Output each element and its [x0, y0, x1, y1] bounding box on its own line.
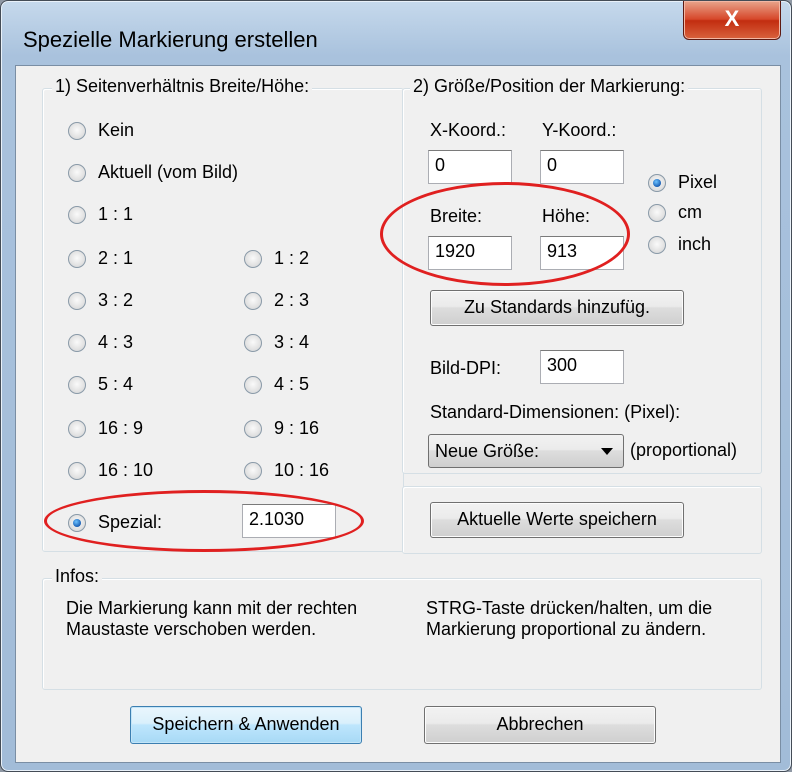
radio-unit-pixel[interactable]: [648, 174, 666, 192]
width-label: Breite:: [430, 206, 483, 226]
radio-unit-inch[interactable]: [648, 236, 666, 254]
radio-1-1[interactable]: [68, 206, 86, 224]
radio-5-4-label[interactable]: 5 : 4: [98, 374, 133, 395]
radio-2-1[interactable]: [68, 250, 86, 268]
dialog-window: Spezielle Markierung erstellen X 1) Seit…: [0, 0, 792, 772]
info-text-right: STRG-Taste drücken/halten, um die Markie…: [426, 598, 713, 639]
y-coord-label: Y-Koord.:: [542, 120, 617, 140]
radio-4-3-label[interactable]: 4 : 3: [98, 332, 133, 353]
radio-3-2-label[interactable]: 3 : 2: [98, 290, 133, 311]
standard-dimensions-select[interactable]: Neue Größe:: [428, 434, 624, 468]
radio-5-4[interactable]: [68, 376, 86, 394]
radio-3-2[interactable]: [68, 292, 86, 310]
window-title: Spezielle Markierung erstellen: [23, 27, 318, 52]
radio-1-1-label[interactable]: 1 : 1: [98, 204, 133, 225]
radio-unit-pixel-label[interactable]: Pixel: [678, 172, 717, 193]
proportional-label: (proportional): [630, 440, 738, 460]
radio-4-3[interactable]: [68, 334, 86, 352]
height-input[interactable]: 913: [540, 236, 624, 270]
close-button[interactable]: X: [683, 1, 781, 40]
radio-aktuell-label[interactable]: Aktuell (vom Bild): [98, 162, 238, 183]
info-legend: Infos:: [52, 566, 103, 587]
radio-2-1-label[interactable]: 2 : 1: [98, 248, 133, 269]
chevron-down-icon: [601, 448, 613, 455]
radio-unit-cm[interactable]: [648, 204, 666, 222]
radio-spezial-label[interactable]: Spezial:: [98, 512, 162, 533]
add-to-standards-button[interactable]: Zu Standards hinzufüg.: [430, 290, 684, 326]
width-input[interactable]: 1920: [428, 236, 512, 270]
radio-9-16[interactable]: [244, 420, 262, 438]
x-coord-label: X-Koord.:: [430, 120, 507, 140]
standard-dimensions-label: Standard-Dimensionen: (Pixel):: [430, 402, 681, 422]
radio-1-2-label[interactable]: 1 : 2: [274, 248, 309, 269]
radio-3-4[interactable]: [244, 334, 262, 352]
radio-16-10[interactable]: [68, 462, 86, 480]
radio-3-4-label[interactable]: 3 : 4: [274, 332, 309, 353]
radio-unit-cm-label[interactable]: cm: [678, 202, 702, 223]
dialog-body: 1) Seitenverhältnis Breite/Höhe: Kein Ak…: [15, 65, 781, 763]
spezial-ratio-input[interactable]: 2.1030: [242, 504, 336, 538]
radio-10-16-label[interactable]: 10 : 16: [274, 460, 329, 481]
radio-16-9[interactable]: [68, 420, 86, 438]
radio-10-16[interactable]: [244, 462, 262, 480]
radio-kein-label[interactable]: Kein: [98, 120, 134, 141]
radio-2-3[interactable]: [244, 292, 262, 310]
close-icon: X: [724, 6, 740, 31]
radio-9-16-label[interactable]: 9 : 16: [274, 418, 319, 439]
dpi-input[interactable]: 300: [540, 350, 624, 384]
size-position-legend: 2) Größe/Position der Markierung:: [410, 76, 689, 97]
x-coord-input[interactable]: 0: [428, 150, 512, 184]
standard-dimensions-value: Neue Größe:: [435, 441, 540, 461]
cancel-button[interactable]: Abbrechen: [424, 706, 656, 744]
radio-aktuell[interactable]: [68, 164, 86, 182]
save-apply-button[interactable]: Speichern & Anwenden: [130, 706, 362, 744]
radio-16-10-label[interactable]: 16 : 10: [98, 460, 153, 481]
radio-2-3-label[interactable]: 2 : 3: [274, 290, 309, 311]
height-label: Höhe:: [542, 206, 591, 226]
radio-4-5-label[interactable]: 4 : 5: [274, 374, 309, 395]
radio-4-5[interactable]: [244, 376, 262, 394]
radio-spezial[interactable]: [68, 514, 86, 532]
y-coord-input[interactable]: 0: [540, 150, 624, 184]
radio-16-9-label[interactable]: 16 : 9: [98, 418, 143, 439]
radio-kein[interactable]: [68, 122, 86, 140]
aspect-ratio-group: [42, 88, 404, 552]
radio-1-2[interactable]: [244, 250, 262, 268]
dpi-label: Bild-DPI:: [430, 358, 502, 378]
save-current-values-button[interactable]: Aktuelle Werte speichern: [430, 502, 684, 538]
radio-unit-inch-label[interactable]: inch: [678, 234, 711, 255]
info-text-left: Die Markierung kann mit der rechten Maus…: [66, 598, 358, 639]
aspect-ratio-legend: 1) Seitenverhältnis Breite/Höhe:: [52, 76, 313, 97]
